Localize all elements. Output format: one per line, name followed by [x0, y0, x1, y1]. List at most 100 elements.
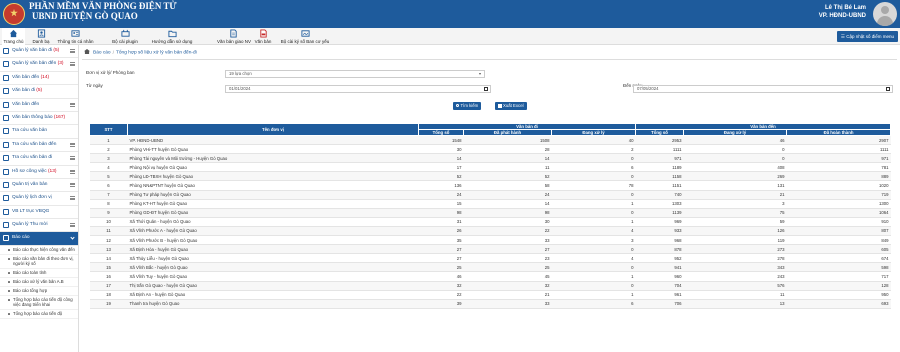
table-row[interactable]: 8 Phòng KT-HT huyện Gò Quao 15 14 1 1303 3 1300	[89, 199, 891, 209]
table-row[interactable]: 14 Xã Thủy Liễu - huyện Gò Quao 27 23 4 952 27…	[89, 253, 891, 264]
user-info[interactable]: Lê Thị Bé Lam VP. HĐND-UBND	[819, 4, 866, 20]
toolbar-contacts[interactable]: Danh bạ	[30, 28, 52, 45]
menu-icon[interactable]	[70, 62, 75, 67]
table-cell: 35	[418, 235, 464, 246]
menu-icon[interactable]	[70, 223, 75, 228]
sidebar-item-label: Báo cáo	[12, 235, 30, 241]
divider	[82, 59, 897, 60]
table-cell: Thanh tra huyện Gò Quao	[127, 299, 419, 309]
toolbar-assigned-docs[interactable]: Văn bản giao NV	[217, 28, 251, 45]
sidebar-subitem[interactable]: Báo cáo văn bản đi theo đơn vị, người ký…	[0, 255, 78, 269]
sidebar-item-search-outgoing[interactable]: Tra cứu văn bản đi	[0, 152, 78, 166]
plugin-icon	[120, 29, 130, 37]
search-button[interactable]: Tìm kiếm	[453, 102, 482, 110]
sidebar-item-reports[interactable]: Báo cáo	[0, 232, 78, 246]
toolbar-signature[interactable]: Bộ cài ký số Ban cơ yếu	[279, 28, 331, 45]
avatar[interactable]	[873, 2, 897, 26]
table-cell: 12	[89, 235, 128, 246]
sidebar-item-work-files[interactable]: Hồ sơ công việc (13)	[0, 166, 78, 179]
toolbar-guide[interactable]: Hướng dẫn sử dụng	[150, 28, 194, 45]
toolbar-profile[interactable]: Thông tin cá nhân	[57, 28, 94, 45]
sidebar-subitem[interactable]: Báo cáo toàn tỉnh	[0, 269, 78, 278]
table-row[interactable]: 4 Phòng Nội vụ huyện Gò Quao 17 11 6 1189 408 7…	[89, 162, 891, 173]
table-cell: 243	[683, 271, 787, 282]
update-menu-button[interactable]: ☰ Cập nhật số điểm menu	[836, 31, 898, 42]
table-cell: Phòng Tài nguyên và Môi trường - Huyện G…	[127, 153, 419, 164]
menu-icon[interactable]	[70, 49, 75, 53]
sidebar-item-invitations[interactable]: Quản lý Thu mời	[0, 219, 78, 233]
table-cell: 27	[418, 253, 464, 264]
sidebar-item-count: (13)	[47, 168, 57, 174]
sidebar-item-count: (167)	[53, 114, 66, 120]
sidebar-item-incoming-mgmt[interactable]: Quản lý văn bản đến (3)	[0, 58, 78, 72]
table-row[interactable]: 1 VP. HĐND-UBND 1548 1508 40 2953 46 2907	[89, 135, 891, 146]
sidebar-item-unit-calendar[interactable]: Quản lý lịch đơn vị	[0, 192, 78, 206]
table-row[interactable]: 19 Thanh tra huyện Gò Quao 39 33 6 706 13 693	[89, 299, 891, 309]
table-row[interactable]: 10 Xã Thới Quản - huyện Gò Quao 31 30 1 969 59…	[89, 217, 891, 227]
sidebar-item-incoming-2[interactable]: Văn bản đến	[0, 99, 78, 112]
table-row[interactable]: 5 Phòng LĐ-TBXH huyện Gò Quao 52 52 0 1158 269…	[89, 171, 891, 182]
from-date-input[interactable]: 01/01/2024	[225, 85, 491, 93]
home-icon[interactable]	[84, 49, 90, 54]
table-cell: 849	[786, 235, 891, 246]
table-cell: 0	[551, 208, 636, 218]
sidebar-item-outgoing[interactable]: Văn bản đi (5)	[0, 85, 78, 99]
app-header: PHẦN MỀM VĂN PHÒNG ĐIỆN TỬ UBND HUYỆN GÒ…	[0, 0, 900, 28]
table-row[interactable]: 13 Xã Định Hòa - huyện Gò Quao 27 27 0 878 273…	[89, 244, 891, 255]
table-row[interactable]: 17 Thị trấn Gò Quao - huyện Gò Quao 32 32 0 7…	[89, 281, 891, 291]
sidebar-item-search-docs[interactable]: Tra cứu văn bản	[0, 125, 78, 139]
main-content: Báo cáo / Tổng hợp số liệu xử lý văn bản đ…	[79, 45, 900, 352]
menu-icon[interactable]	[70, 142, 75, 147]
table-row[interactable]: 7 Phòng Tư pháp huyện Gò Quao 24 24 0 740 21 71…	[89, 190, 891, 200]
table-cell: 3	[551, 235, 636, 246]
sidebar-item-outgoing-mgmt[interactable]: Quản lý văn bản đi (5)	[0, 45, 78, 59]
table-cell: 4	[551, 226, 636, 237]
sidebar-subitem[interactable]: Báo cáo tổng hợp	[0, 287, 78, 296]
mail-icon	[3, 222, 9, 229]
calendar-icon[interactable]	[484, 87, 488, 91]
table-cell: 1020	[786, 180, 891, 191]
table-cell: 910	[786, 217, 891, 227]
sidebar-subitem[interactable]: Báo cáo thực hiện công văn đến	[0, 246, 78, 255]
to-date-input[interactable]: 07/05/2024	[633, 85, 893, 93]
table-row[interactable]: 9 Phòng GD-ĐT huyện Gò Quao 98 98 0 1139 75 106…	[89, 208, 891, 218]
table-row[interactable]: 2 Phòng VHi-TT huyện Gò Quao 30 28 2 1111 0 111…	[89, 144, 891, 155]
breadcrumb-root[interactable]: Báo cáo	[93, 51, 111, 56]
table-row[interactable]: 15 Xã Vĩnh Bắc - huyện Gò Quao 25 25 0 941 343…	[89, 262, 891, 273]
from-date-label: Từ ngày	[86, 83, 103, 88]
toolbar-home[interactable]: Trang chủ	[2, 28, 25, 45]
toolbar-plugin[interactable]: Bộ cài plugin	[112, 28, 138, 45]
table-row[interactable]: 16 Xã Vĩnh Tuy - huyện Gò Quao 46 45 1 960 243…	[89, 271, 891, 282]
table-row[interactable]: 3 Phòng Tài nguyên và Môi trường - Huyện …	[89, 153, 891, 164]
table-row[interactable]: 18 Xã Định An - huyện Gò Quao 22 21 1 961 11 95…	[89, 290, 891, 300]
table-cell: 31	[418, 217, 464, 227]
table-row[interactable]: 12 Xã Vĩnh Phước B - huyện Gò Quao 35 33 3 96…	[89, 235, 891, 246]
menu-icon[interactable]	[70, 196, 75, 201]
menu-icon[interactable]	[70, 156, 75, 161]
table-cell: Xã Định An - huyện Gò Quao	[127, 290, 419, 300]
unit-select[interactable]: 19 lựa chọn	[225, 70, 485, 78]
table-cell: 1303	[635, 199, 684, 209]
menu-icon[interactable]	[70, 169, 75, 174]
toolbar-documents[interactable]: Văn bản	[253, 28, 273, 45]
sidebar-item-vbqg[interactable]: VB LT trục VBQG	[0, 206, 78, 220]
sidebar-subitem[interactable]: Tổng hợp báo cáo tiến độ	[0, 310, 78, 319]
table-cell: 33	[463, 299, 552, 309]
table-row[interactable]: 6 Phòng NN&PTNT huyện Gò Quao 136 58 78 1151 1…	[89, 180, 891, 191]
sidebar-subitem[interactable]: Tổng hợp báo cáo tiến độ công việc đang …	[0, 296, 78, 310]
calendar-icon	[3, 195, 9, 202]
calendar-icon[interactable]	[886, 87, 890, 91]
col-stt: STT	[89, 123, 128, 136]
table-cell: Phòng GD-ĐT huyện Gò Quao	[127, 208, 419, 218]
sidebar-item-incoming[interactable]: Văn bản đến (14)	[0, 72, 78, 86]
table-cell: 46	[683, 135, 787, 146]
export-excel-button[interactable]: Xuất Excel	[495, 102, 527, 110]
table-cell: Xã Thủy Liễu - huyện Gò Quao	[127, 253, 419, 264]
sidebar-subitem[interactable]: Báo cáo xử lý văn bản A.B	[0, 278, 78, 287]
menu-icon[interactable]	[70, 102, 75, 107]
table-row[interactable]: 11 Xã Vĩnh Phước A - huyện Gò Quao 26 22 4 93…	[89, 226, 891, 237]
sidebar-item-admin-docs[interactable]: Quản trị văn bản	[0, 179, 78, 193]
sidebar-item-search-incoming[interactable]: Tra cứu văn bản đến	[0, 139, 78, 153]
menu-icon[interactable]	[70, 182, 75, 187]
sidebar-item-announcements[interactable]: Văn bản thông báo (167)	[0, 112, 78, 126]
